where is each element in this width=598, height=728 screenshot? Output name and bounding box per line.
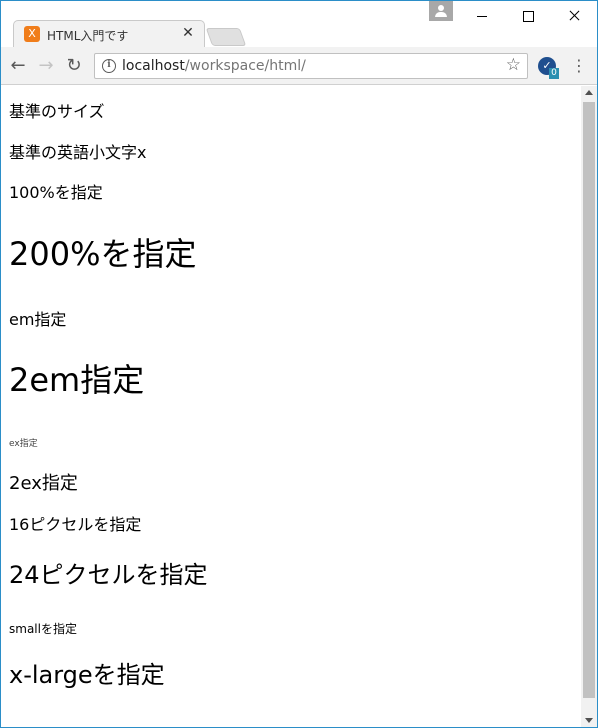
text-100-percent: 100%を指定 [9, 182, 103, 202]
forward-arrow-icon[interactable]: → [35, 55, 57, 77]
tab-close-icon[interactable]: ✕ [180, 25, 196, 41]
text-16px: 16ピクセルを指定 [9, 515, 142, 535]
url-path: /workspace/html/ [184, 58, 306, 74]
browser-tab[interactable]: X HTML入門です ✕ [13, 20, 205, 47]
title-bar: X HTML入門です ✕ [1, 1, 597, 47]
profile-head [438, 5, 444, 11]
back-arrow-icon[interactable]: ← [7, 55, 29, 77]
url-host: localhost [122, 58, 185, 74]
maximize-icon [523, 11, 534, 22]
text-ex: ex指定 [9, 439, 38, 450]
minimize-icon [477, 16, 487, 17]
text-24px: 24ピクセルを指定 [9, 560, 208, 589]
text-200-percent: 200%を指定 [9, 235, 197, 274]
extension-badge: 0 [549, 68, 559, 79]
text-base-size: 基準のサイズ [9, 102, 105, 121]
text-2em: 2em指定 [9, 361, 145, 400]
page-viewport: 基準のサイズ 基準の英語小文字x 100%を指定 200%を指定 em指定 2e… [1, 86, 581, 727]
page-content: 基準のサイズ 基準の英語小文字x 100%を指定 200%を指定 em指定 2e… [1, 102, 581, 690]
url-text[interactable]: localhost/workspace/html/ [122, 58, 306, 74]
text-x-large: x-largeを指定 [9, 660, 165, 689]
new-tab-button[interactable] [205, 28, 247, 46]
menu-dots-icon[interactable]: ⋮ [571, 55, 587, 77]
maximize-button[interactable] [505, 1, 551, 31]
bookmark-star-icon[interactable]: ☆ [506, 55, 521, 75]
address-bar[interactable]: i localhost/workspace/html/ ☆ [94, 53, 528, 79]
text-small: smallを指定 [9, 622, 77, 637]
browser-toolbar: ← → ↻ i localhost/workspace/html/ ☆ ✓ 0 … [1, 47, 597, 85]
scroll-up-arrow-icon[interactable] [585, 90, 593, 95]
text-base-x: 基準の英語小文字x [9, 143, 147, 163]
tab-title: HTML入門です [47, 29, 129, 43]
close-window-button[interactable] [551, 1, 597, 31]
scroll-down-arrow-icon[interactable] [585, 718, 593, 723]
xampp-favicon-icon: X [24, 26, 40, 42]
browser-window: X HTML入門です ✕ ← → ↻ i localhost/workspace… [0, 0, 598, 728]
vertical-scrollbar[interactable] [581, 86, 597, 727]
profile-icon[interactable] [429, 1, 453, 21]
profile-body [435, 12, 447, 17]
text-em: em指定 [9, 309, 67, 329]
info-icon[interactable]: i [102, 59, 116, 73]
minimize-button[interactable] [459, 1, 505, 31]
text-2ex: 2ex指定 [9, 472, 78, 494]
scroll-thumb[interactable] [583, 102, 595, 698]
reload-icon[interactable]: ↻ [63, 55, 85, 77]
